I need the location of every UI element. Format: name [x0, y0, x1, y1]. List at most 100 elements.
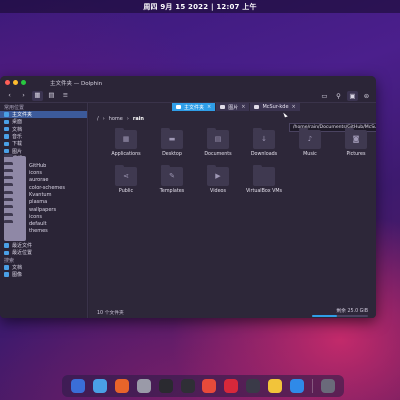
- documents-icon: [4, 126, 9, 132]
- maximize-window-button[interactable]: [21, 80, 26, 85]
- sidebar-item-label: 音乐: [12, 134, 23, 141]
- split-view-button[interactable]: ▭: [319, 91, 330, 101]
- free-space[interactable]: 剩余 25.0 GiB: [312, 307, 368, 317]
- sidebar-item[interactable]: 最近文件: [0, 242, 87, 249]
- sidebar-item-label: default: [29, 221, 47, 228]
- sidebar-item[interactable]: 图片: [0, 147, 87, 155]
- top-panel: 周四 9月 15 2022 | 12:07 上午: [0, 0, 400, 13]
- templates-folder-icon: ✎: [161, 165, 183, 186]
- file-name: Downloads: [250, 152, 278, 157]
- file-item[interactable]: ▶ Videos: [195, 165, 241, 194]
- file-item[interactable]: ▤ Documents: [195, 128, 241, 157]
- tab-home[interactable]: 主文件夹 ×: [172, 103, 216, 111]
- sidebar-item[interactable]: 音乐: [0, 133, 87, 140]
- file-item[interactable]: ✎ Templates: [149, 165, 195, 194]
- tab-mcsur-kde[interactable]: McSur-kde ×: [250, 103, 300, 111]
- sidebar-item[interactable]: 文档: [0, 264, 87, 271]
- folder-glyph: ♪: [307, 135, 313, 143]
- window-controls: [5, 80, 26, 85]
- compact-view-button[interactable]: ▤: [46, 91, 57, 101]
- trash-icon[interactable]: [321, 379, 336, 393]
- sidebar-item-label: 文档: [12, 264, 23, 271]
- file-item[interactable]: ↓ Downloads: [241, 128, 287, 157]
- folder-count: 10 个文件夹: [97, 310, 124, 316]
- breadcrumb-root[interactable]: /: [97, 116, 99, 122]
- breadcrumb-separator: ›: [102, 116, 105, 122]
- close-tab-icon[interactable]: ×: [292, 104, 296, 110]
- icons-view-button[interactable]: ▦: [32, 90, 43, 101]
- clock[interactable]: 周四 9月 15 2022 | 12:07 上午: [143, 2, 256, 12]
- documents-icon: [4, 265, 9, 270]
- places-panel: 常用位置 主文件夹桌面文档音乐下载图片视频GitHubiconsauroraec…: [0, 103, 88, 318]
- forward-button[interactable]: ›: [18, 91, 29, 101]
- close-window-button[interactable]: [5, 80, 10, 85]
- mouse-cursor-icon: [283, 111, 288, 118]
- file-name: Applications: [111, 152, 141, 157]
- free-space-fill: [312, 315, 338, 317]
- terminal-icon[interactable]: [180, 379, 195, 393]
- file-name: Music: [303, 152, 317, 157]
- breadcrumb-home[interactable]: home: [109, 116, 123, 122]
- music-app-icon[interactable]: [202, 379, 217, 393]
- netease-icon[interactable]: [224, 379, 239, 393]
- sidebar-item[interactable]: 下载: [0, 140, 87, 147]
- downloads-folder-icon: ↓: [253, 128, 275, 149]
- sidebar-item[interactable]: 主文件夹: [0, 111, 87, 119]
- github-icon[interactable]: [158, 379, 173, 393]
- minimize-window-button[interactable]: [13, 80, 18, 85]
- pictures-folder-icon: ◙: [345, 128, 367, 149]
- chromium-icon[interactable]: [136, 379, 151, 393]
- sidebar-item-label: GitHub: [29, 162, 47, 169]
- file-name: Pictures: [346, 152, 366, 157]
- tab-bar: 主文件夹 × 图片 × McSur-kde ×: [172, 103, 301, 111]
- title-bar: 主文件夹 — Dolphin: [0, 76, 376, 89]
- finder-icon[interactable]: [70, 379, 85, 393]
- notes-icon[interactable]: [268, 379, 283, 393]
- sidebar-item-label: aurorae: [29, 177, 49, 184]
- sidebar-item-label: themes: [29, 228, 48, 235]
- close-tab-icon[interactable]: ×: [207, 104, 211, 110]
- documents-folder-icon: ▤: [207, 128, 229, 149]
- sidebar-item-label: wallpapers: [29, 206, 57, 213]
- folder-icon: [253, 165, 275, 186]
- sidebar-item[interactable]: 桌面: [0, 118, 87, 125]
- file-name: Desktop: [162, 152, 182, 157]
- preview-button[interactable]: ▣: [347, 91, 358, 101]
- desktop-icon: [4, 119, 9, 125]
- recent-locations-icon: [4, 250, 9, 256]
- dock-separator: [312, 379, 314, 393]
- system-settings-icon[interactable]: [92, 379, 107, 393]
- file-item[interactable]: VirtualBox VMs: [241, 165, 287, 194]
- sidebar-item-label: 下载: [12, 141, 23, 148]
- breadcrumb-user[interactable]: rain: [133, 116, 144, 122]
- file-item[interactable]: ◙ Pictures: [333, 128, 376, 157]
- folder-glyph: ▶: [215, 172, 221, 180]
- file-item[interactable]: ♪ Music: [287, 128, 333, 157]
- palette-icon[interactable]: [246, 379, 261, 393]
- sidebar-item[interactable]: 最近位置: [0, 249, 87, 256]
- tab-label: McSur-kde: [262, 104, 289, 110]
- close-tab-icon[interactable]: ×: [241, 104, 245, 110]
- window-title: 主文件夹 — Dolphin: [50, 81, 103, 87]
- file-item[interactable]: ▬ Desktop: [149, 128, 195, 157]
- toolbar: ‹ › ▦ ▤ ≡ ▭ ⚲ ▣ ⊜: [0, 89, 376, 103]
- firefox-icon[interactable]: [114, 379, 129, 393]
- file-item[interactable]: ⋖ Public: [103, 165, 149, 194]
- menu-icon[interactable]: ⊜: [361, 91, 372, 101]
- sidebar-item[interactable]: themes: [0, 219, 87, 241]
- sidebar-item[interactable]: 文档: [0, 126, 87, 133]
- sidebar-item[interactable]: 图像: [0, 271, 87, 278]
- folder-glyph: ◙: [352, 135, 360, 143]
- file-item[interactable]: ▦ Applications: [103, 128, 149, 157]
- folder-icon: [4, 219, 26, 241]
- app-store-icon[interactable]: [290, 379, 305, 393]
- sidebar-item-label: 最近位置: [12, 250, 33, 257]
- folder-glyph: ✎: [169, 172, 175, 180]
- tab-pictures[interactable]: 图片 ×: [216, 103, 250, 111]
- breadcrumb-separator: ›: [126, 116, 129, 122]
- folder-glyph: ⋖: [123, 172, 129, 180]
- home-icon: [176, 105, 181, 109]
- back-button[interactable]: ‹: [4, 91, 15, 101]
- search-icon[interactable]: ⚲: [333, 91, 344, 101]
- details-view-button[interactable]: ≡: [60, 91, 71, 101]
